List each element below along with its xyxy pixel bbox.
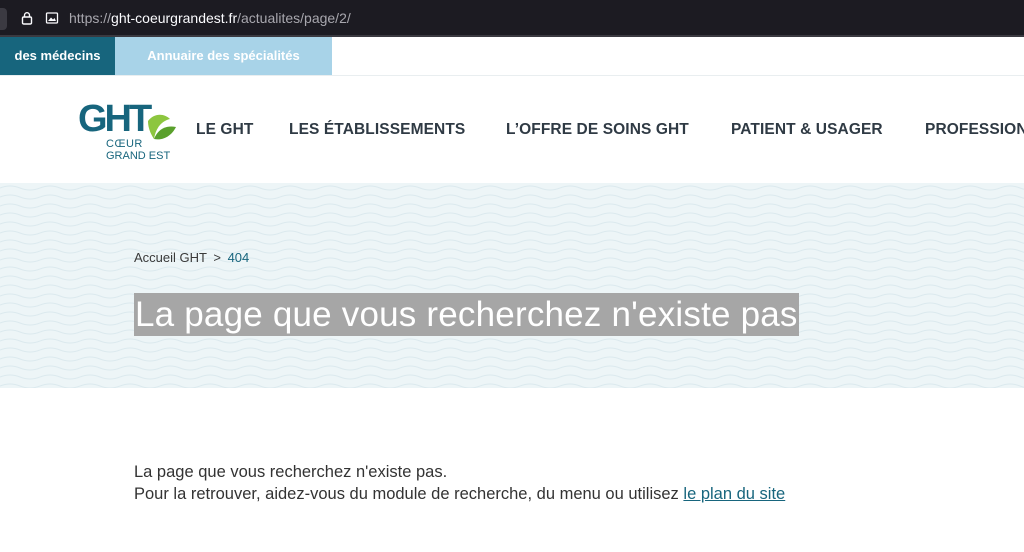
breadcrumb: Accueil GHT > 404 xyxy=(134,250,249,265)
nav-item-professionnels[interactable]: PROFESSIONNELS xyxy=(925,121,1024,139)
specialties-directory-link[interactable]: Annuaire des spécialités xyxy=(115,37,332,75)
page-info-icon[interactable] xyxy=(45,11,59,25)
nav-item-etablissements[interactable]: LES ÉTABLISSEMENTS xyxy=(289,121,465,139)
error-line-2-text: Pour la retrouver, aidez-vous du module … xyxy=(134,485,679,503)
error-line-1: La page que vous recherchez n'existe pas… xyxy=(134,463,448,481)
error-line-2: Pour la retrouver, aidez-vous du module … xyxy=(134,483,785,505)
logo-line1: CŒUR xyxy=(106,138,143,150)
url-domain: ght-coeurgrandest.fr xyxy=(111,10,238,26)
top-links-bar: des médecins Annuaire des spécialités xyxy=(0,37,1024,75)
error-message: La page que vous recherchez n'existe pas… xyxy=(134,461,785,505)
page-hero: Accueil GHT > 404 La page que vous reche… xyxy=(0,183,1024,388)
doctors-directory-link[interactable]: des médecins xyxy=(0,37,115,75)
ght-logo[interactable]: GHT CŒUR GRAND EST xyxy=(78,95,182,163)
breadcrumb-current: 404 xyxy=(227,250,250,265)
logo-letters: GHT xyxy=(78,98,152,140)
nav-item-patient-usager[interactable]: PATIENT & USAGER xyxy=(731,121,883,139)
logo-line2: GRAND EST xyxy=(106,150,170,162)
breadcrumb-separator: > xyxy=(213,250,221,265)
address-bar[interactable]: https://ght-coeurgrandest.fr/actualites/… xyxy=(69,9,351,27)
sitemap-link[interactable]: le plan du site xyxy=(683,485,785,503)
site-header: GHT CŒUR GRAND EST LE GHT LES ÉTABLISSEM… xyxy=(0,75,1024,183)
browser-tab-edge[interactable] xyxy=(0,8,7,30)
browser-toolbar: https://ght-coeurgrandest.fr/actualites/… xyxy=(0,0,1024,37)
breadcrumb-home[interactable]: Accueil GHT xyxy=(134,250,207,265)
nav-item-offre-de-soins[interactable]: L’OFFRE DE SOINS GHT xyxy=(506,121,689,139)
nav-item-le-ght[interactable]: LE GHT xyxy=(196,121,253,139)
wave-pattern xyxy=(0,183,1024,388)
url-scheme: https:// xyxy=(69,10,112,26)
lock-icon[interactable] xyxy=(20,11,34,25)
page-title: La page que vous recherchez n'existe pas xyxy=(134,293,799,336)
url-path: /actualites/page/2/ xyxy=(237,10,351,26)
